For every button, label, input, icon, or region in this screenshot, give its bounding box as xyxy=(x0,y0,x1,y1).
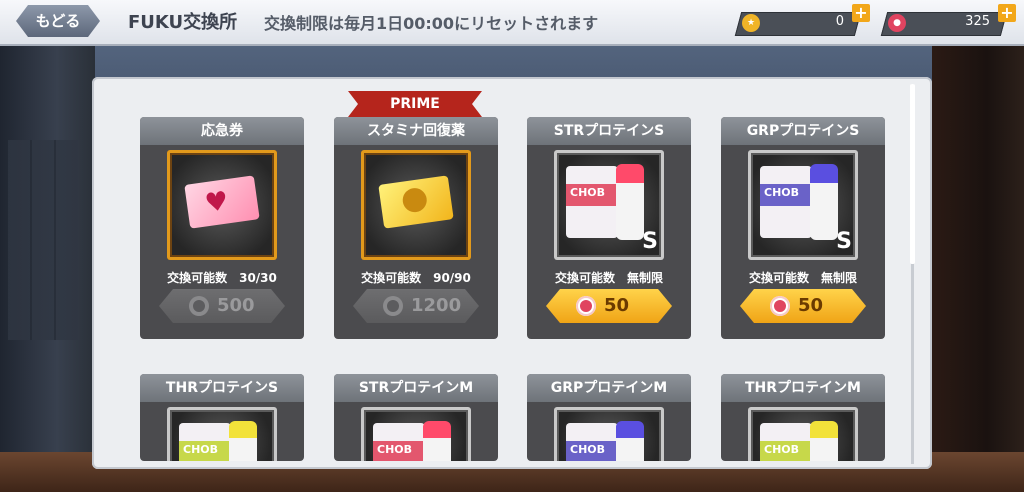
add-fuku-button[interactable]: + xyxy=(998,4,1016,22)
exchange-button-disabled[interactable]: 500 xyxy=(159,289,285,323)
item-name: STRプロテインM xyxy=(334,374,498,402)
back-button[interactable]: もどる xyxy=(16,5,100,37)
top-bar: もどる FUKU交換所 交換制限は毎月1日00:00にリセットされます ★ 0 … xyxy=(0,0,1024,46)
gold-amount: 0 xyxy=(835,14,844,29)
background-right xyxy=(932,40,1024,492)
item-name: GRPプロテインS xyxy=(721,117,885,145)
item-name: THRプロテインM xyxy=(721,374,885,402)
exchange-button[interactable]: 50 xyxy=(740,289,866,323)
shop-item-card[interactable]: THRプロテインS CHOB xyxy=(140,374,304,461)
shop-item-card[interactable]: GRPプロテインS CHOB S 交換可能数 無制限 50 xyxy=(721,117,885,339)
price-value: 50 xyxy=(798,295,824,316)
protein-thr-icon: CHOB xyxy=(748,407,858,461)
shop-item-card[interactable]: 応急券 ♥ 交換可能数 30/30 500 xyxy=(140,117,304,339)
protein-thr-icon: CHOB xyxy=(167,407,277,461)
background-lockers xyxy=(8,140,78,340)
item-name: THRプロテインS xyxy=(140,374,304,402)
shop-item-card[interactable]: スタミナ回復薬 交換可能数 90/90 1200 xyxy=(334,117,498,339)
fuku-currency: ● 325 + xyxy=(880,4,1016,36)
item-name: スタミナ回復薬 xyxy=(334,117,498,145)
gold-currency: ★ 0 + xyxy=(734,4,870,36)
stamina-ticket-icon xyxy=(361,150,471,260)
exchange-count: 交換可能数 無制限 xyxy=(554,271,663,285)
fuku-coin-icon xyxy=(770,296,790,316)
price-value: 500 xyxy=(217,295,255,316)
prime-badge: PRIME xyxy=(348,91,482,117)
heart-ticket-icon: ♥ xyxy=(167,150,277,260)
reset-notice: 交換制限は毎月1日00:00にリセットされます xyxy=(264,14,599,33)
exchange-button[interactable]: 50 xyxy=(546,289,672,323)
protein-str-icon: CHOB S xyxy=(554,150,664,260)
shop-item-card[interactable]: GRPプロテインM CHOB xyxy=(527,374,691,461)
protein-str-icon: CHOB xyxy=(361,407,471,461)
exchange-count: 交換可能数 無制限 xyxy=(748,271,857,285)
price-value: 50 xyxy=(604,295,630,316)
price-value: 1200 xyxy=(411,295,462,316)
exchange-count: 交換可能数 30/30 xyxy=(167,271,277,285)
fuku-coin-icon xyxy=(576,296,596,316)
fuku-coin-icon xyxy=(189,296,209,316)
exchange-button-disabled[interactable]: 1200 xyxy=(353,289,479,323)
fuku-amount: 325 xyxy=(965,14,990,29)
exchange-count: 交換可能数 90/90 xyxy=(361,271,471,285)
fuku-coin-icon: ● xyxy=(888,14,906,32)
protein-grp-icon: CHOB xyxy=(554,407,664,461)
add-gold-button[interactable]: + xyxy=(852,4,870,22)
item-name: GRPプロテインM xyxy=(527,374,691,402)
shop-item-card[interactable]: STRプロテインM CHOB xyxy=(334,374,498,461)
item-name: 応急券 xyxy=(140,117,304,145)
protein-grp-icon: CHOB S xyxy=(748,150,858,260)
item-name: STRプロテインS xyxy=(527,117,691,145)
gold-coin-icon: ★ xyxy=(742,14,760,32)
fuku-coin-icon xyxy=(383,296,403,316)
page-title: FUKU交換所 xyxy=(128,12,238,33)
shop-item-card[interactable]: THRプロテインM CHOB xyxy=(721,374,885,461)
scrollbar-thumb[interactable] xyxy=(910,84,915,264)
shop-item-card[interactable]: STRプロテインS CHOB S 交換可能数 無制限 50 xyxy=(527,117,691,339)
